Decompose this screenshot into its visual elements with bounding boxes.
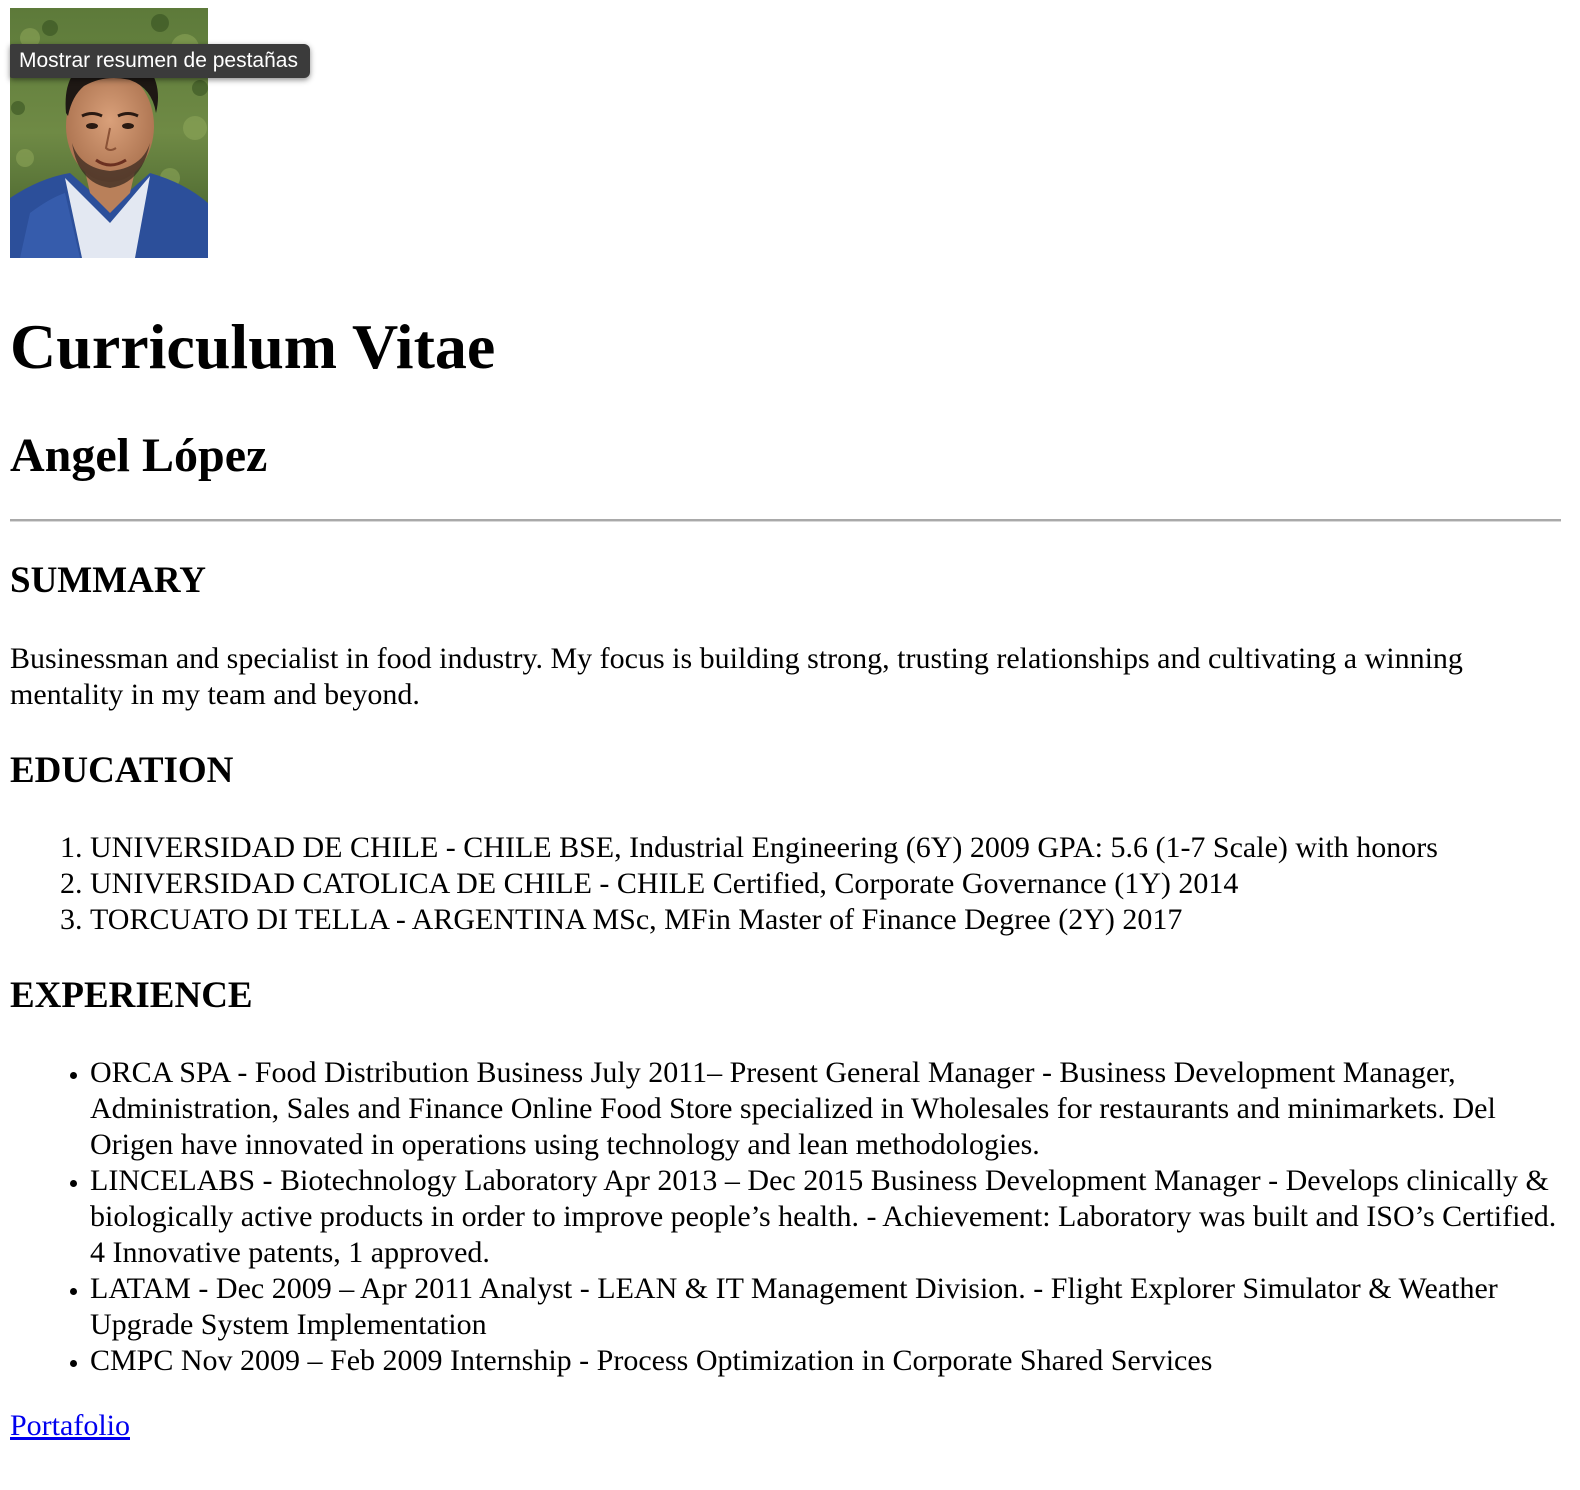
education-list: UNIVERSIDAD DE CHILE - CHILE BSE, Indust… bbox=[10, 830, 1562, 938]
summary-text: Businessman and specialist in food indus… bbox=[10, 642, 1463, 711]
education-item: UNIVERSIDAD DE CHILE - CHILE BSE, Indust… bbox=[90, 830, 1562, 866]
tab-summary-tooltip: Mostrar resumen de pestañas bbox=[10, 44, 310, 78]
cv-page: Mostrar resumen de pestañas Curriculum V… bbox=[10, 8, 1562, 1442]
portfolio-link[interactable]: Portafolio bbox=[10, 1408, 130, 1444]
experience-item: LATAM - Dec 2009 – Apr 2011 Analyst - LE… bbox=[90, 1271, 1562, 1343]
education-item: UNIVERSIDAD CATOLICA DE CHILE - CHILE Ce… bbox=[90, 866, 1562, 902]
experience-list: ORCA SPA - Food Distribution Business Ju… bbox=[10, 1055, 1562, 1379]
experience-heading: EXPERIENCE bbox=[10, 975, 253, 1016]
experience-item: CMPC Nov 2009 – Feb 2009 Internship - Pr… bbox=[90, 1343, 1562, 1379]
person-name: Angel López bbox=[10, 429, 268, 482]
experience-item: LINCELABS - Biotechnology Laboratory Apr… bbox=[90, 1163, 1562, 1271]
experience-item: ORCA SPA - Food Distribution Business Ju… bbox=[90, 1055, 1562, 1163]
education-heading: EDUCATION bbox=[10, 750, 234, 791]
page-title: Curriculum Vitae bbox=[10, 311, 496, 382]
summary-heading: SUMMARY bbox=[10, 560, 207, 601]
header-divider bbox=[10, 519, 1561, 522]
education-item: TORCUATO DI TELLA - ARGENTINA MSc, MFin … bbox=[90, 902, 1562, 938]
